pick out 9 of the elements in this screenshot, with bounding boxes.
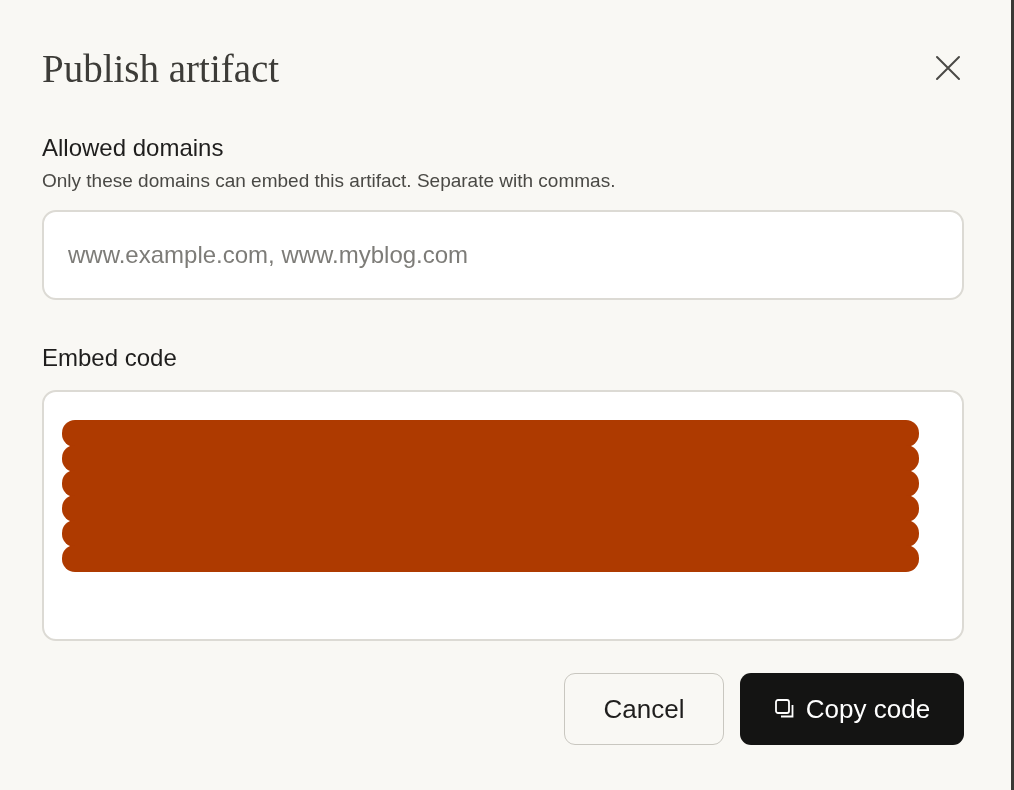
field-description: Only these domains can embed this artifact. Separate with commas. <box>42 170 617 192</box>
dialog-title: Publish artifact <box>42 45 280 91</box>
field-label: Embed code <box>42 344 178 372</box>
field-label: Allowed domains <box>42 134 225 162</box>
close-icon <box>934 54 962 82</box>
cancel-button[interactable]: Cancel <box>564 673 724 745</box>
copy-icon <box>773 698 796 720</box>
domains-input-field[interactable]: www.example.com, www.myblog.com <box>42 210 964 300</box>
copy-code-button[interactable]: Copy code <box>740 673 964 745</box>
